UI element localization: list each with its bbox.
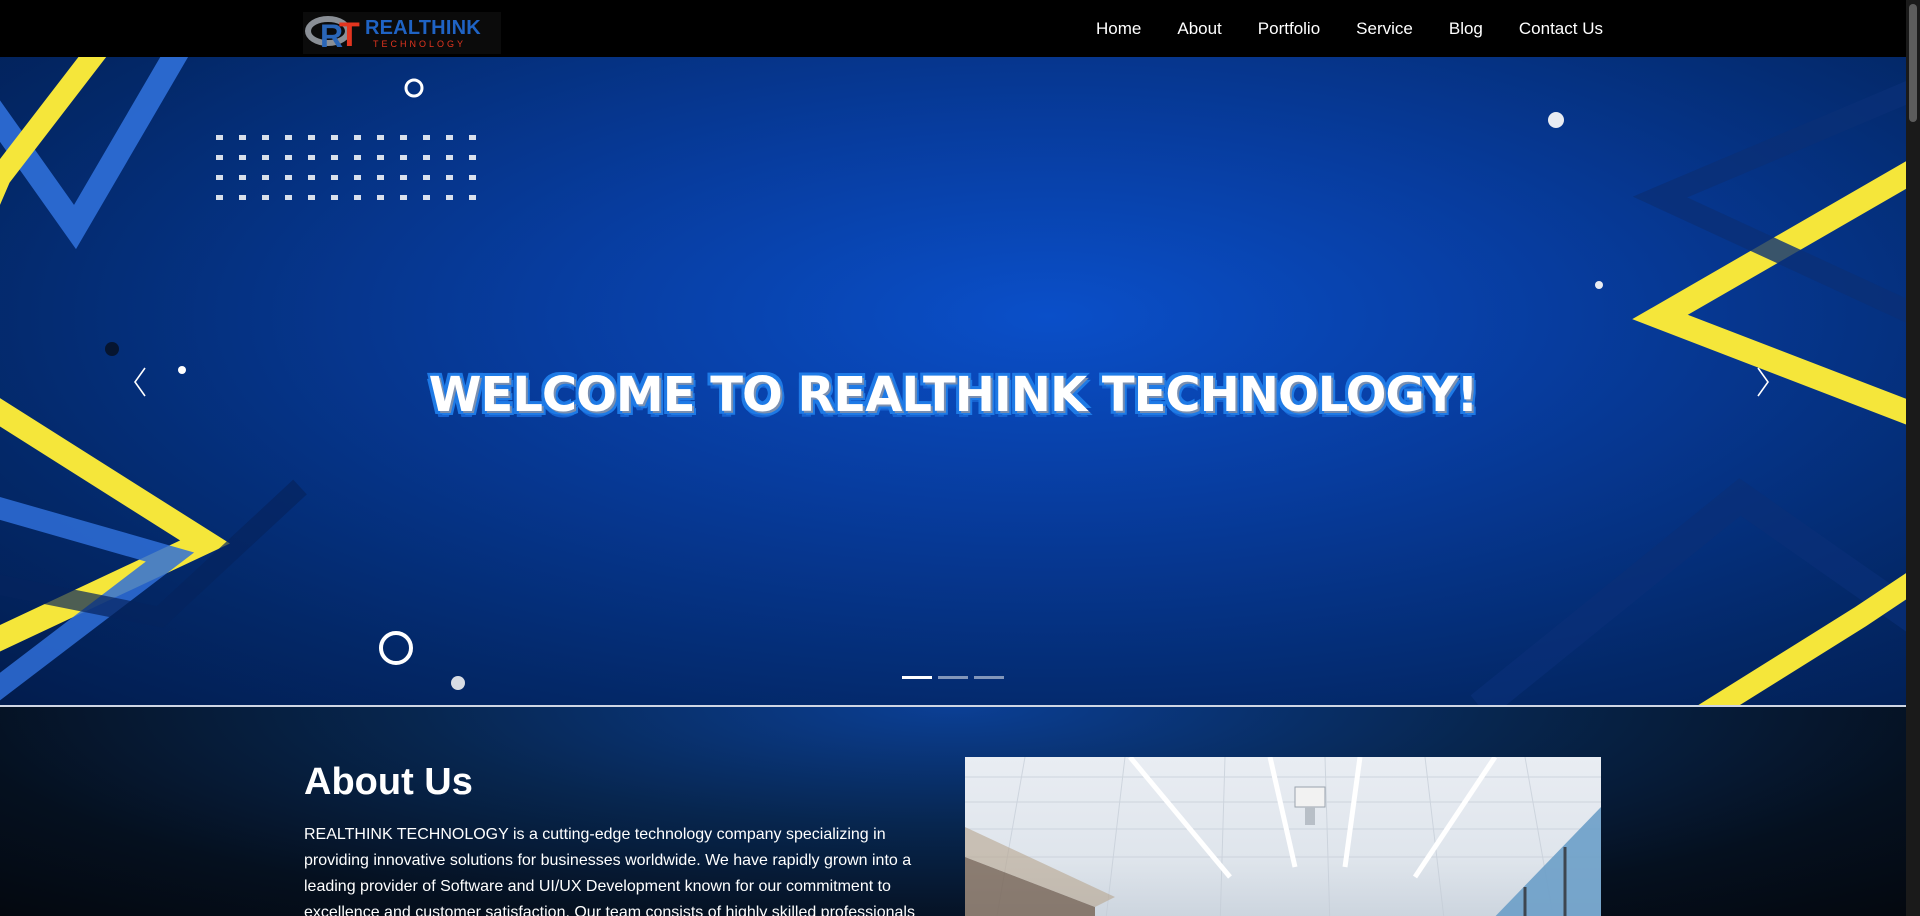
office-image xyxy=(965,757,1601,916)
carousel-indicator-2[interactable] xyxy=(938,676,968,679)
scrollbar-thumb[interactable] xyxy=(1909,4,1917,122)
navbar: R T REALTHINK TECHNOLOGY Home About Port… xyxy=(0,0,1906,57)
chevron-right-icon xyxy=(1757,367,1769,397)
page-scrollbar[interactable] xyxy=(1906,0,1920,916)
nav-link-portfolio[interactable]: Portfolio xyxy=(1258,19,1320,39)
logo-tagline: TECHNOLOGY xyxy=(373,38,467,49)
nav-link-about[interactable]: About xyxy=(1177,19,1221,39)
about-description: REALTHINK TECHNOLOGY is a cutting-edge t… xyxy=(304,826,915,916)
about-title: About Us xyxy=(304,761,473,803)
carousel-next-button[interactable] xyxy=(1740,357,1780,407)
logo-name: REALTHINK xyxy=(365,16,481,39)
hero-title: WELCOME TO REALTHINK TECHNOLOGY! xyxy=(428,367,1479,423)
nav-link-home[interactable]: Home xyxy=(1096,19,1141,39)
nav-link-blog[interactable]: Blog xyxy=(1449,19,1483,39)
main-nav: Home About Portfolio Service Blog Contac… xyxy=(1096,19,1603,39)
chevron-left-icon xyxy=(134,367,146,397)
carousel-indicator-1[interactable] xyxy=(902,676,932,679)
nav-link-contact[interactable]: Contact Us xyxy=(1519,19,1603,39)
nav-link-service[interactable]: Service xyxy=(1356,19,1413,39)
logo-mark-icon: R T xyxy=(303,13,363,54)
hero-carousel: WELCOME TO REALTHINK TECHNOLOGY! xyxy=(0,57,1906,705)
brand-logo[interactable]: R T REALTHINK TECHNOLOGY xyxy=(303,12,501,54)
carousel-prev-button[interactable] xyxy=(123,357,163,407)
carousel-indicator-3[interactable] xyxy=(974,676,1004,679)
about-section: About Us REALTHINK TECHNOLOGY is a cutti… xyxy=(0,707,1906,916)
carousel-indicators xyxy=(902,676,1004,679)
